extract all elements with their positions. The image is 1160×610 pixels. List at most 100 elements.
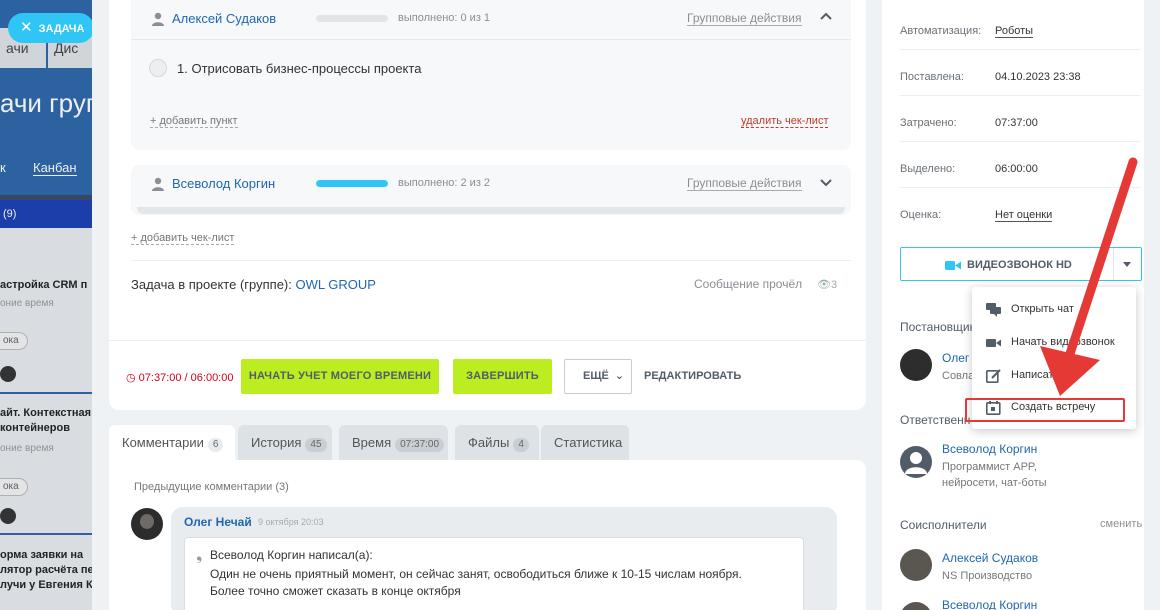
checklist-header: Всеволод Коргин выполнено: 2 из 2 Группо… [131, 165, 851, 205]
checklist-progress-bar [316, 180, 388, 187]
add-item-link[interactable]: + добавить пункт [150, 115, 238, 128]
user-icon [152, 177, 164, 191]
tab-count: 45 [305, 438, 327, 452]
delete-checklist-link[interactable]: удалить чек-лист [741, 115, 829, 128]
time-tracker[interactable]: ◷ 07:37:00 / 06:00:00 [126, 371, 233, 384]
responsible-role: Программист APP, нейросети, чат-боты [942, 461, 1047, 489]
quote-header: Всеволод Коргин написал(а): [210, 548, 373, 562]
chat-icon [986, 303, 1001, 317]
tab-statistics[interactable]: Статистика [541, 425, 629, 460]
co-executor-role: NS Производство [942, 570, 1033, 582]
sidebar-value: 04.10.2023 23:38 [995, 71, 1081, 83]
tab-files[interactable]: Файлы 4 [455, 425, 539, 460]
chevron-down-icon: ⌄ [614, 370, 625, 382]
co-executor-name[interactable]: Алексей Судаков [942, 551, 1038, 565]
edit-icon [986, 369, 1001, 383]
sidebar-row-created: Поставлена: 04.10.2023 23:38 [900, 50, 1140, 96]
sidebar-label: Автоматизация: [900, 25, 982, 37]
sidebar-value: 07:37:00 [995, 117, 1038, 129]
tab-label: Статистика [554, 435, 623, 450]
creator-role: Совла [942, 370, 975, 382]
sidebar-row-spent: Затрачено: 07:37:00 [900, 96, 1140, 142]
checklist-user[interactable]: Алексей Судаков [172, 11, 276, 26]
checklist-progress-bar [316, 15, 388, 22]
chevron-up-icon[interactable] [819, 10, 833, 24]
project-label: Задача в проекте (группе): [131, 277, 296, 292]
tab-time[interactable]: Время 07:37:00 [339, 425, 448, 460]
add-checklist-link[interactable]: + добавить чек-лист [131, 232, 235, 245]
timer-value: 07:37:00 / 06:00:00 [138, 372, 234, 384]
checklist-collapsed-strip [137, 207, 845, 214]
quote-body: Один не очень приятный момент, он сейчас… [210, 567, 742, 598]
tab-label: Комментарии [122, 435, 204, 450]
more-button[interactable]: ЕЩЁ ⌄ [564, 359, 632, 394]
avatar[interactable] [131, 508, 163, 540]
project-link[interactable]: OWL GROUP [295, 277, 375, 292]
comment-date: 9 октября 20:03 [258, 517, 324, 527]
user-placeholder-icon [905, 452, 927, 474]
sidebar-label: Оценка: [900, 209, 942, 221]
sidebar-label: Затрачено: [900, 117, 957, 129]
checklist-done-text: выполнено: 0 из 1 [398, 12, 491, 24]
tab-count: 07:37:00 [395, 438, 445, 452]
sidebar-value[interactable]: Роботы [995, 25, 1034, 38]
previous-comments-label: Предыдущие комментарии [134, 481, 273, 493]
task-main-card: Алексей Судаков выполнено: 0 из 1 Группо… [109, 0, 866, 410]
avatar[interactable] [900, 602, 932, 610]
background-dim-overlay [0, 0, 92, 610]
task-close-chip[interactable]: ✕ ЗАДАЧА [8, 13, 94, 43]
sidebar-label: Поставлена: [900, 71, 964, 83]
sidebar-label: Выделено: [900, 163, 956, 175]
checklist-item-checkbox[interactable] [149, 59, 167, 77]
checklist-item: 1. Отрисовать бизнес-процессы проекта [149, 58, 829, 80]
tab-count: 4 [513, 438, 529, 452]
change-co-executors-link[interactable]: сменить [1100, 518, 1142, 530]
start-time-tracking-button[interactable]: НАЧАТЬ УЧЕТ МОЕГО ВРЕМЕНИ [241, 359, 439, 394]
checklist-done-text: выполнено: 2 из 2 [398, 177, 491, 189]
tab-history[interactable]: История 45 [238, 425, 332, 460]
views-counter[interactable]: 👁3 [817, 278, 837, 291]
tab-comments[interactable]: Комментарии 6 [109, 425, 235, 460]
tab-count: 6 [207, 438, 224, 452]
checklist-user[interactable]: Всеволод Коргин [172, 176, 275, 191]
checklist: Всеволод Коргин выполнено: 2 из 2 Группо… [131, 165, 851, 215]
tab-label: История [251, 435, 302, 450]
tab-label: Время [352, 435, 392, 450]
comments-section: Предыдущие комментарии (3) Олег Нечай 9 … [109, 460, 866, 610]
creator-name[interactable]: Олег [942, 351, 969, 365]
checklist-header: Алексей Судаков выполнено: 0 из 1 Группо… [131, 0, 851, 40]
co-executor-name[interactable]: Всеволод Коргин [942, 598, 1037, 610]
avatar[interactable] [900, 549, 932, 581]
quote-icon: ❟ [196, 547, 203, 564]
avatar[interactable] [900, 446, 932, 478]
responsible-name[interactable]: Всеволод Коргин [942, 442, 1037, 456]
checklist: Алексей Судаков выполнено: 0 из 1 Группо… [131, 0, 851, 150]
tab-label: Файлы [468, 435, 510, 450]
responsible-heading: Ответственн [900, 413, 971, 427]
video-camera-icon [945, 261, 961, 270]
previous-comments-link[interactable]: Предыдущие комментарии (3) [134, 481, 289, 493]
finish-button[interactable]: ЗАВЕРШИТЬ [453, 359, 552, 394]
views-count: 3 [830, 279, 838, 291]
creator-heading: Постановщик [900, 320, 975, 334]
project-row: Задача в проекте (группе): OWL GROUP [131, 277, 376, 292]
edit-button[interactable]: РЕДАКТИРОВАТЬ [644, 370, 741, 382]
divider [109, 340, 866, 341]
divider [131, 260, 851, 261]
user-icon [152, 12, 164, 26]
message-read-status: Сообщение прочёл [694, 277, 803, 291]
comment-author[interactable]: Олег Нечай [184, 515, 252, 529]
task-chip-label: ЗАДАЧА [38, 23, 85, 35]
clock-icon: ◷ [126, 372, 136, 384]
chevron-down-icon[interactable] [819, 175, 833, 189]
more-label: ЕЩЁ [583, 370, 609, 382]
avatar[interactable] [900, 349, 932, 381]
background-portal: ачи Дис ачи групп к Канбан (9) астройка … [0, 0, 92, 610]
group-actions-link[interactable]: Групповые действия [687, 12, 802, 26]
comment-quote: ❟ Всеволод Коргин написал(а): Один не оч… [184, 537, 804, 610]
previous-comments-count: (3) [275, 481, 289, 493]
group-actions-link[interactable]: Групповые действия [687, 177, 802, 191]
comment-bubble: Олег Нечай 9 октября 20:03 ❟ Всеволод Ко… [171, 507, 837, 610]
checklist-progress-fill [316, 180, 388, 187]
co-executors-heading: Соисполнители [900, 518, 987, 532]
